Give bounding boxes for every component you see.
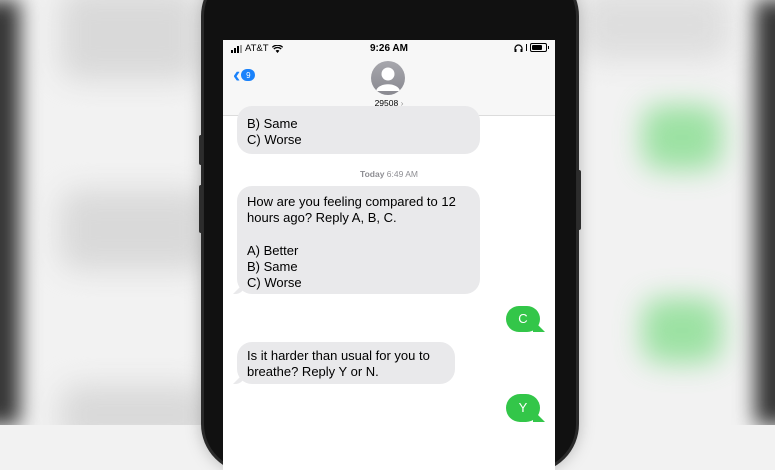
contact-avatar-icon[interactable] xyxy=(371,61,405,95)
status-time: 9:26 AM xyxy=(370,43,408,54)
back-chevron-icon: ‹ xyxy=(233,62,241,87)
outgoing-message[interactable]: C xyxy=(506,306,540,332)
headphones-icon xyxy=(513,43,523,52)
incoming-message[interactable]: B) Same C) Worse xyxy=(237,106,480,154)
right-edge-shadow xyxy=(755,0,775,425)
incoming-message[interactable]: How are you feeling compared to 12 hours… xyxy=(237,186,480,294)
phone-button xyxy=(577,170,581,230)
bg-bubble xyxy=(580,0,730,60)
messages-screen: AT&T 9:26 AM ‹ 9 29508 › B) Same C) Wors… xyxy=(223,40,555,470)
timestamp-time: 6:49 AM xyxy=(386,169,418,179)
incoming-message[interactable]: Is it harder than usual for you to breat… xyxy=(237,342,455,384)
status-bar: AT&T 9:26 AM xyxy=(223,40,555,58)
bg-green-bubble xyxy=(642,105,722,170)
battery-icon xyxy=(530,43,549,52)
timestamp-day: Today xyxy=(360,169,385,179)
back-button[interactable]: ‹ 9 xyxy=(233,62,256,87)
divider-icon xyxy=(525,44,527,51)
bg-bubble xyxy=(60,385,210,425)
phone-button xyxy=(199,185,203,233)
bg-bubble xyxy=(60,0,200,80)
message-thread: B) Same C) Worse Today 6:49 AM How are y… xyxy=(223,106,555,470)
unread-count-badge: 9 xyxy=(241,69,256,81)
left-edge-shadow xyxy=(0,0,20,425)
phone-frame: AT&T 9:26 AM ‹ 9 29508 › B) Same C) Wors… xyxy=(199,0,581,470)
message-timestamp: Today 6:49 AM xyxy=(223,169,555,179)
bg-green-bubble xyxy=(642,298,722,363)
outgoing-message[interactable]: Y xyxy=(506,394,540,422)
phone-button xyxy=(199,135,203,165)
bg-bubble xyxy=(60,190,210,270)
